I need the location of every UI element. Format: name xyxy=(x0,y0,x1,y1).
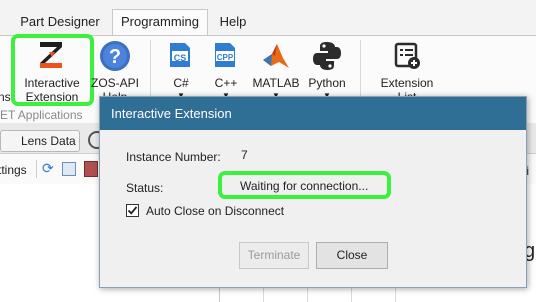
python-button[interactable]: Python ▼ xyxy=(304,38,350,104)
extension-list-icon xyxy=(393,42,421,70)
refresh-icon[interactable]: ⟳ xyxy=(42,160,54,177)
highlight-status xyxy=(218,171,391,199)
tab-help[interactable]: Help xyxy=(208,10,258,34)
matlab-button[interactable]: MATLAB ▼ xyxy=(250,38,302,104)
csharp-button[interactable]: CS C# ▼ xyxy=(162,38,200,104)
svg-text:?: ? xyxy=(109,46,121,68)
extension-list-label-1: Extension xyxy=(380,76,434,90)
extension-list-button[interactable]: Extension List xyxy=(376,38,438,104)
highlight-interactive-extension xyxy=(11,34,94,106)
grid-line xyxy=(395,286,396,302)
csharp-label: C# xyxy=(173,76,189,90)
lens-data-label: Lens Data xyxy=(21,134,76,148)
csharp-icon-text: CS xyxy=(173,53,187,63)
zos-api-label-1: ZOS-API xyxy=(90,76,139,90)
cpp-icon-text: CPP xyxy=(216,53,234,62)
zos-api-help-button[interactable]: ? ZOS-API Help xyxy=(90,38,140,104)
auto-close-label[interactable]: Auto Close on Disconnect xyxy=(146,204,284,218)
cpp-button[interactable]: CPP C++ ▼ xyxy=(206,38,246,104)
grid-line xyxy=(307,286,308,302)
checkmark-icon xyxy=(127,206,138,215)
python-label: Python xyxy=(308,76,346,90)
instance-number-label: Instance Number: xyxy=(126,150,221,164)
matlab-icon xyxy=(261,40,291,72)
ribbon-group-label: ET Applications xyxy=(0,108,83,122)
auto-close-checkbox[interactable] xyxy=(126,204,139,217)
grid-line xyxy=(219,286,220,302)
help-question-icon: ? xyxy=(99,40,131,72)
settings-cut-label[interactable]: ttings xyxy=(0,163,27,177)
tab-programming[interactable]: Programming xyxy=(112,9,208,37)
close-button[interactable]: Close xyxy=(316,242,388,269)
matlab-label: MATLAB xyxy=(252,76,300,90)
grid-line xyxy=(351,286,352,302)
save-icon[interactable] xyxy=(84,161,98,177)
tab-part-designer[interactable]: Part Designer xyxy=(10,10,110,34)
terminate-button[interactable]: Terminate xyxy=(239,242,309,269)
dialog-title: Interactive Extension xyxy=(111,106,232,121)
dialog-titlebar[interactable]: Interactive Extension xyxy=(100,97,526,130)
copy-icon[interactable] xyxy=(62,162,76,176)
toolbar-divider xyxy=(36,160,37,178)
grid-line xyxy=(263,286,264,302)
ribbon-tab-strip: Part Designer Programming Help xyxy=(0,0,536,37)
python-icon xyxy=(311,40,343,72)
status-label: Status: xyxy=(126,181,164,195)
cpp-label: C++ xyxy=(214,76,238,90)
tab-lens-data[interactable]: Lens Data xyxy=(0,130,80,152)
instance-number-value: 7 xyxy=(241,148,248,162)
